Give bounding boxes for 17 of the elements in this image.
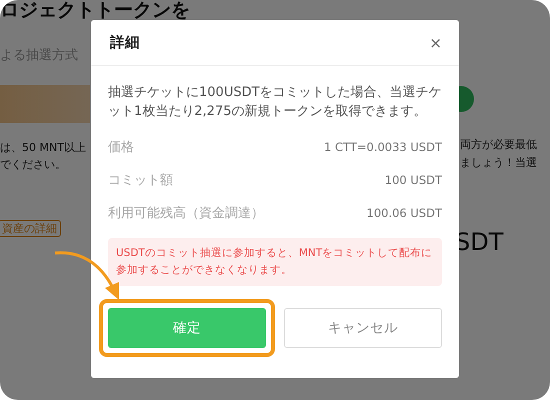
confirm-button[interactable]: 確定: [108, 308, 266, 348]
detail-label: 価格: [108, 138, 134, 156]
asset-details-tag[interactable]: 資産の詳細: [0, 220, 61, 237]
close-button[interactable]: ×: [429, 34, 442, 52]
detail-value: 100.06 USDT: [366, 206, 442, 220]
note-text: ましょう！当選: [460, 155, 537, 171]
note-text: 両方が必要最低: [460, 137, 537, 153]
note-text: でください。: [0, 157, 67, 173]
description-text: 抽選チケットに100USDTをコミットした場合、当選チケット1枚当たり2,275の新規トークンを取得できます。: [108, 84, 442, 121]
detail-label: コミット額: [108, 172, 173, 188]
cancel-button[interactable]: キャンセル: [284, 308, 442, 348]
warning-message: USDTのコミット抽選に参加すると、MNTをコミットして配布に参加することができなくなります。: [108, 238, 442, 286]
note-text: は、50 MNT以上: [0, 140, 86, 156]
dialog-title: 詳細: [110, 34, 140, 52]
detail-value: 100 USDT: [384, 172, 442, 186]
detail-value: 1 CTT=0.0033 USDT: [324, 140, 442, 154]
detail-label: 利用可能残高（資金調達）: [108, 204, 264, 222]
